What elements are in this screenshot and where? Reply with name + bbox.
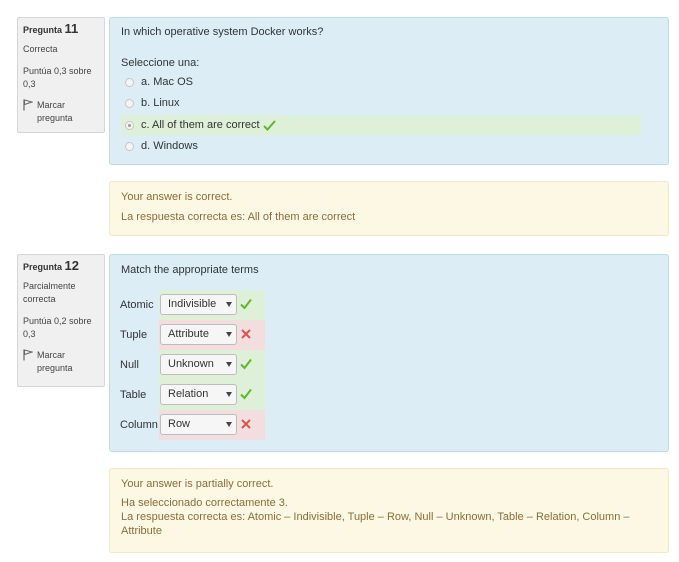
dropdown-caret-icon bbox=[226, 422, 232, 427]
match-select[interactable]: Unknown bbox=[160, 354, 237, 375]
radio-button-selected[interactable] bbox=[125, 120, 134, 130]
flag-icon bbox=[23, 99, 33, 111]
question-11-formulation: In which operative system Docker works? … bbox=[109, 17, 669, 165]
match-term: Null bbox=[120, 359, 139, 371]
radio-button[interactable] bbox=[125, 98, 134, 108]
answer-label: d. Windows bbox=[141, 140, 198, 152]
answer-option-c[interactable]: c. All of them are correct bbox=[121, 115, 641, 135]
match-cell-incorrect: Row bbox=[159, 410, 265, 440]
question-state: Parcialmente correcta bbox=[23, 281, 76, 304]
match-select[interactable]: Indivisible bbox=[160, 294, 237, 315]
flag-question-button[interactable]: Marcar pregunta bbox=[23, 99, 99, 125]
feedback-status: Your answer is correct. bbox=[121, 191, 233, 203]
answer-option-a[interactable]: a. Mac OS bbox=[121, 72, 641, 92]
flag-question-label: Marcar pregunta bbox=[37, 350, 73, 373]
correct-answer-text: La respuesta correcta es: All of them ar… bbox=[121, 211, 356, 223]
feedback-status: Your answer is partially correct. bbox=[121, 478, 274, 490]
match-cell-correct: Unknown bbox=[159, 350, 265, 380]
question-12-feedback: Your answer is partially correct. Ha sel… bbox=[109, 468, 669, 553]
answer-option-b[interactable]: b. Linux bbox=[121, 93, 641, 113]
dropdown-caret-icon bbox=[226, 362, 232, 367]
radio-button[interactable] bbox=[125, 141, 134, 151]
question-12-info: Pregunta 12 Parcialmente correcta Puntúa… bbox=[17, 254, 105, 387]
check-icon bbox=[240, 298, 252, 310]
match-term: Tuple bbox=[120, 329, 148, 341]
question-11-feedback: Your answer is correct. La respuesta cor… bbox=[109, 181, 669, 236]
flag-question-button[interactable]: Marcar pregunta bbox=[23, 349, 99, 375]
question-grade: Puntúa 0,3 sobre 0,3 bbox=[23, 66, 92, 89]
radio-button[interactable] bbox=[125, 77, 134, 87]
answer-label: a. Mac OS bbox=[141, 76, 193, 88]
answer-label: c. All of them are correct bbox=[141, 119, 260, 131]
question-number: Pregunta 11 bbox=[23, 21, 79, 36]
flag-icon bbox=[23, 349, 33, 361]
dropdown-caret-icon bbox=[226, 302, 232, 307]
check-icon bbox=[240, 388, 252, 400]
cross-icon bbox=[241, 329, 251, 339]
dropdown-caret-icon bbox=[226, 392, 232, 397]
answer-option-d[interactable]: d. Windows bbox=[121, 136, 641, 156]
question-11-info: Pregunta 11 Correcta Puntúa 0,3 sobre 0,… bbox=[17, 17, 105, 133]
match-term: Table bbox=[120, 389, 147, 401]
match-select[interactable]: Relation bbox=[160, 384, 237, 405]
dropdown-caret-icon bbox=[226, 332, 232, 337]
match-term: Atomic bbox=[120, 299, 154, 311]
question-state: Correcta bbox=[23, 44, 58, 54]
match-term: Column bbox=[120, 419, 158, 431]
match-cell-correct: Relation bbox=[159, 380, 265, 410]
check-icon bbox=[262, 119, 276, 131]
question-grade: Puntúa 0,2 sobre 0,3 bbox=[23, 316, 92, 339]
match-select[interactable]: Attribute bbox=[160, 324, 237, 345]
question-number: Pregunta 12 bbox=[23, 258, 79, 273]
correct-answer-text: La respuesta correcta es: Atomic – Indiv… bbox=[121, 511, 630, 537]
cross-icon bbox=[241, 419, 251, 429]
flag-question-label: Marcar pregunta bbox=[37, 100, 73, 123]
answer-label: b. Linux bbox=[141, 97, 180, 109]
question-12-formulation: Match the appropriate terms Atomic Indiv… bbox=[109, 254, 669, 452]
question-text: Match the appropriate terms bbox=[121, 264, 259, 276]
match-cell-correct: Indivisible bbox=[159, 290, 265, 320]
num-correct-text: Ha seleccionado correctamente 3. bbox=[121, 497, 288, 509]
question-text: In which operative system Docker works? bbox=[121, 26, 324, 38]
match-cell-incorrect: Attribute bbox=[159, 320, 265, 350]
match-select[interactable]: Row bbox=[160, 414, 237, 435]
check-icon bbox=[240, 358, 252, 370]
select-one-prompt: Seleccione una: bbox=[121, 57, 200, 69]
